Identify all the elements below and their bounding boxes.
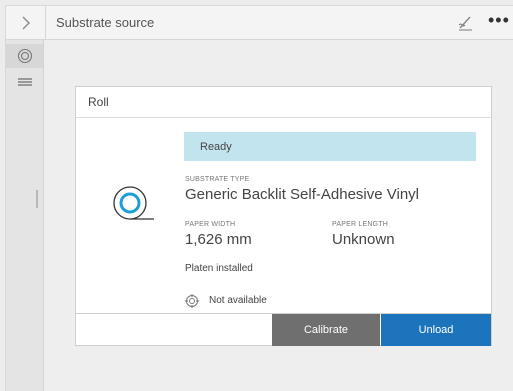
paper-width-label: PAPER WIDTH — [185, 221, 236, 228]
card-footer: Calibrate Unload — [76, 313, 491, 346]
card-title: Roll — [76, 87, 491, 118]
sidebar — [6, 40, 44, 391]
sidebar-item-roll[interactable] — [6, 44, 43, 68]
sidebar-resize-handle[interactable] — [36, 190, 38, 208]
calibration-target-icon — [185, 294, 199, 308]
roll-card: Roll Ready SUBSTRATE TYPE Generic Backli… — [75, 86, 492, 346]
roll-icon — [108, 185, 154, 223]
top-bar: Substrate source ••• — [6, 6, 513, 40]
stack-list-icon — [17, 78, 32, 86]
substrate-type-label: SUBSTRATE TYPE — [185, 176, 250, 183]
substrate-type-value: Generic Backlit Self-Adhesive Vinyl — [185, 186, 419, 203]
calibration-status: Not available — [209, 295, 267, 306]
paper-length-label: PAPER LENGTH — [332, 221, 388, 228]
calibrate-button[interactable]: Calibrate — [272, 314, 380, 346]
paper-width-value: 1,626 mm — [185, 231, 252, 248]
sidebar-item-stack[interactable] — [6, 70, 43, 94]
app-frame: Substrate source ••• Roll Ready SUBSTRAT… — [5, 5, 513, 391]
roll-target-icon — [17, 48, 32, 64]
unload-button[interactable]: Unload — [381, 314, 491, 346]
signature-pen-icon[interactable] — [456, 14, 474, 32]
chevron-right-icon[interactable] — [6, 6, 46, 39]
page-title: Substrate source — [56, 15, 155, 30]
platen-status: Platen installed — [185, 263, 253, 274]
status-banner: Ready — [184, 132, 476, 161]
more-dots-icon[interactable]: ••• — [488, 10, 510, 31]
paper-length-value: Unknown — [332, 231, 395, 248]
